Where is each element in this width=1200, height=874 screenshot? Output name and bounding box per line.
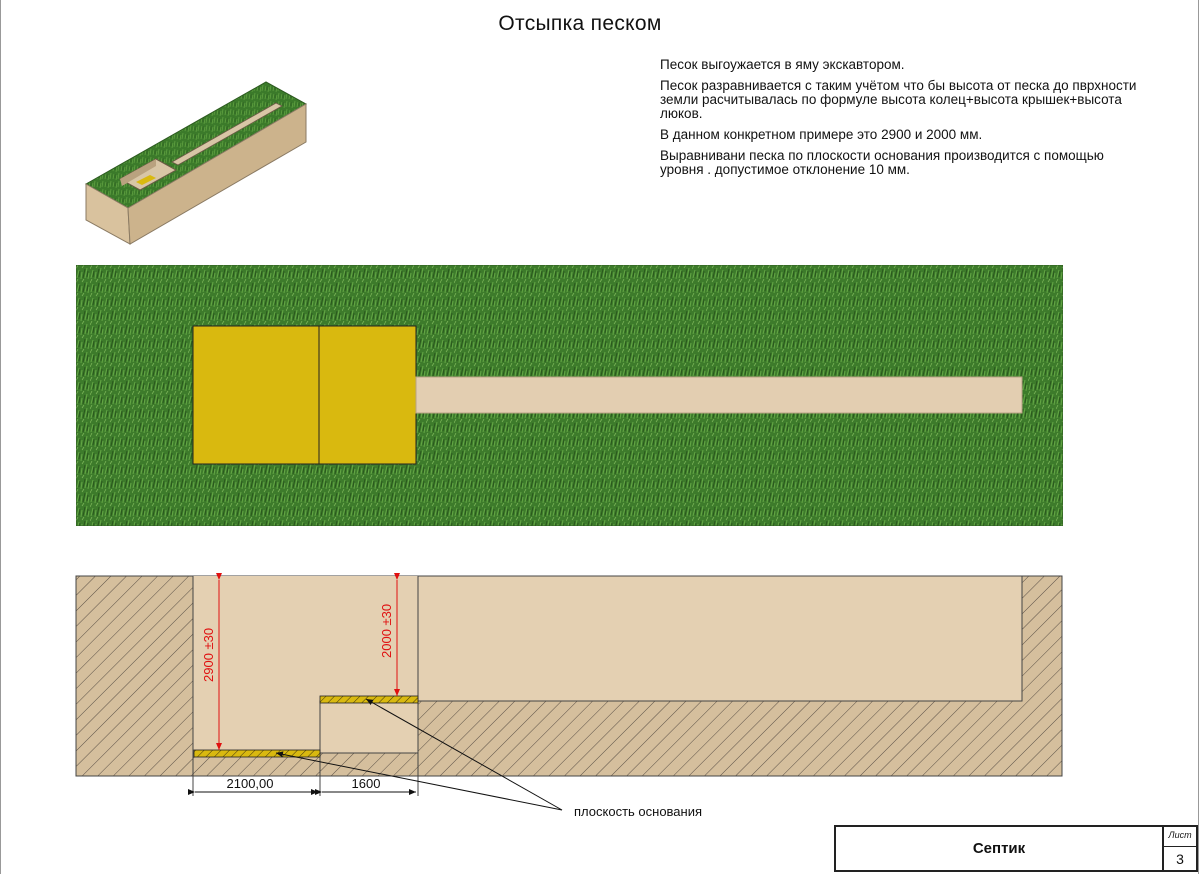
frame-right-border: [1198, 0, 1199, 874]
dim-label-deep-height: 2900 ±30: [201, 628, 216, 682]
base-plane-deep: [193, 749, 321, 758]
plan-pit-deep: [192, 325, 320, 465]
note-2: Песок разравнивается с таким учётом что …: [660, 78, 1137, 121]
base-plane-shallow: [319, 695, 419, 704]
plan-trench: [415, 376, 1023, 414]
section-sand-shallow: [320, 576, 418, 701]
dim-label-shallow-height: 2000 ±30: [379, 604, 394, 658]
page-title: Отсыпка песком: [498, 12, 662, 35]
drawing-sheet: Отсыпка песком Песок выгоужается в яму э…: [0, 0, 1200, 874]
instruction-notes: Песок выгоужается в яму экскавтором. Пес…: [660, 58, 1150, 184]
dim-label-deep-width: 2100,00: [227, 776, 274, 791]
note-4: Выравнивани песка по плоскости основания…: [660, 148, 1104, 177]
note-3: В данном конкретном примере это 2900 и 2…: [660, 127, 983, 142]
plan-pit-shallow: [318, 325, 417, 465]
note-1: Песок выгоужается в яму экскавтором.: [660, 57, 905, 72]
title-block-sheet-label: Лист: [1168, 830, 1192, 840]
title-block: Септик Лист 3: [834, 825, 1200, 874]
title-block-name: Септик: [834, 825, 1162, 872]
title-block-sheet-number: 3: [1176, 851, 1184, 867]
title-block-divider: [1164, 846, 1196, 847]
isometric-model: [84, 81, 308, 245]
section-view: 2900 ±30 2000 ±30 2100,00 1600 плоскость…: [75, 573, 1063, 819]
frame-left-border: [0, 0, 1, 874]
dim-label-shallow-width: 1600: [352, 776, 381, 791]
title-block-sheet-box: Лист 3: [1162, 825, 1198, 872]
leader-label: плоскость основания: [574, 804, 702, 819]
plan-view: [76, 265, 1063, 526]
